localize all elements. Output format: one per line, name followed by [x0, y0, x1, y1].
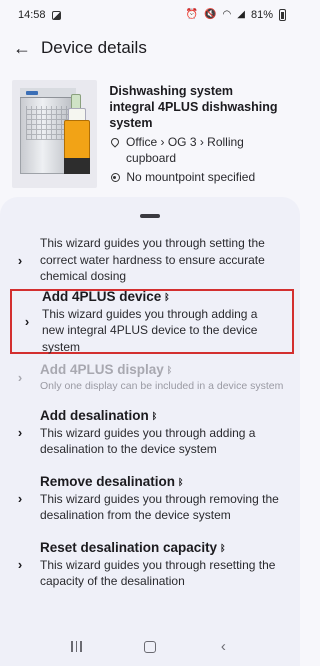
status-left: 14:58	[18, 9, 61, 21]
device-image	[12, 80, 98, 188]
device-location: Office › OG 3 › Rolling cupboard	[126, 135, 244, 165]
battery-percent: 81%	[250, 9, 273, 21]
alarm-icon: ⏰	[185, 9, 199, 20]
drag-handle[interactable]	[140, 214, 160, 218]
wizard-description: This wizard guides you through resetting…	[40, 557, 276, 589]
device-info: Dishwashing system integral 4PLUS dishwa…	[109, 80, 292, 192]
mountpoint-row: No mountpoint specified	[109, 169, 292, 188]
chevron-right-icon: ›	[24, 314, 30, 329]
chevron-right-icon: ›	[17, 369, 23, 385]
wizard-text: Reset desalination capacity ᛒ This wizar…	[40, 539, 300, 590]
wizard-description: This wizard guides you through setting t…	[40, 236, 265, 284]
wizard-title-text: Reset desalination capacity	[40, 539, 218, 555]
target-icon	[109, 170, 121, 188]
wizard-text: Add desalination ᛒ This wizard guides yo…	[40, 407, 300, 458]
arrow-back-icon: ←	[13, 37, 31, 58]
device-model: integral 4PLUS dishwashing system	[109, 100, 278, 130]
nav-back-icon: ‹	[220, 638, 226, 655]
wizard-description: This wizard guides you through adding a …	[40, 425, 256, 457]
wizard-item-remove-desalination[interactable]: › Remove desalination ᛒ This wizard guid…	[0, 469, 300, 527]
device-name: Dishwashing system	[109, 84, 234, 98]
wizard-description: This wizard guides you through removing …	[40, 491, 279, 523]
wizard-item-add-desalination[interactable]: › Add desalination ᛒ This wizard guides …	[0, 403, 300, 461]
wizard-text: Remove desalination ᛒ This wizard guides…	[40, 473, 300, 524]
wizard-title: Reset desalination capacity ᛒ	[40, 539, 288, 557]
location-row: Office › OG 3 › Rolling cupboard	[109, 134, 292, 166]
mute-icon: 🔇	[204, 9, 217, 20]
chevron-right-icon: ›	[17, 490, 23, 506]
recents-button[interactable]	[57, 632, 97, 662]
bluetooth-icon: ᛒ	[166, 365, 173, 375]
app-bar: ← Device details	[0, 30, 300, 66]
wizard-title-text: Remove desalination	[40, 473, 176, 489]
home-icon	[143, 640, 156, 653]
wizard-item-add-4plus-display: › Add 4PLUS display ᛒ Only one display c…	[0, 357, 300, 397]
bluetooth-icon: ᛒ	[151, 410, 158, 421]
device-mountpoint: No mountpoint specified	[126, 170, 256, 184]
wizard-title: Add 4PLUS display ᛒ	[40, 361, 288, 379]
bluetooth-icon: ᛒ	[164, 291, 170, 302]
bluetooth-icon: ᛒ	[220, 542, 226, 553]
softener-base	[64, 158, 90, 174]
bluetooth-icon: ᛒ	[178, 476, 184, 487]
status-right: ⏰ 🔇 ◠ ◢ 81%	[186, 9, 286, 21]
page-title: Device details	[41, 38, 147, 57]
recents-icon	[71, 641, 82, 652]
wizard-text: This wizard guides you through setting t…	[40, 235, 300, 285]
wizard-item-reset-desalination-capacity[interactable]: › Reset desalination capacity ᛒ This wiz…	[0, 535, 300, 593]
wifi-icon: ◠	[222, 9, 232, 20]
chevron-right-icon: ›	[17, 252, 23, 268]
signal-icon: ◢	[237, 9, 245, 20]
dishwasher-display	[26, 91, 38, 95]
chevron-right-icon: ›	[17, 424, 23, 440]
back-button[interactable]: ←	[8, 34, 36, 62]
battery-icon	[279, 9, 286, 21]
wizard-item-water-hardness[interactable]: › This wizard guides you through setting…	[0, 231, 300, 289]
wizard-description: This wizard guides you through adding a …	[42, 306, 258, 354]
wizard-item-add-4plus-device[interactable]: › Add 4PLUS device ᛒ This wizard guides …	[10, 289, 294, 354]
wizard-title-text: Add desalination	[40, 407, 149, 423]
wizard-title: Add 4PLUS device ᛒ	[42, 288, 280, 306]
wizard-sheet[interactable]: › This wizard guides you through setting…	[0, 197, 300, 627]
nav-back-button[interactable]: ‹	[203, 632, 243, 662]
status-time: 14:58	[18, 9, 46, 21]
wizard-text: Add 4PLUS display ᛒ Only one display can…	[40, 361, 300, 393]
home-button[interactable]	[130, 632, 170, 662]
wizard-description: Only one display can be included in a de…	[40, 380, 284, 392]
status-bar: 14:58 ⏰ 🔇 ◠ ◢ 81%	[0, 0, 300, 30]
wizard-title-text: Add 4PLUS display	[40, 362, 164, 377]
wizard-title: Remove desalination ᛒ	[40, 473, 288, 491]
wizard-text: Add 4PLUS device ᛒ This wizard guides yo…	[42, 288, 292, 356]
system-nav-bar: ‹	[0, 627, 300, 666]
device-header: Dishwashing system integral 4PLUS dishwa…	[12, 80, 292, 192]
wizard-title: Add desalination ᛒ	[40, 407, 288, 425]
location-pin-icon	[109, 135, 121, 152]
gallery-notification-icon	[51, 10, 61, 20]
wizard-title-text: Add 4PLUS device	[42, 288, 162, 304]
chevron-right-icon: ›	[17, 556, 23, 572]
